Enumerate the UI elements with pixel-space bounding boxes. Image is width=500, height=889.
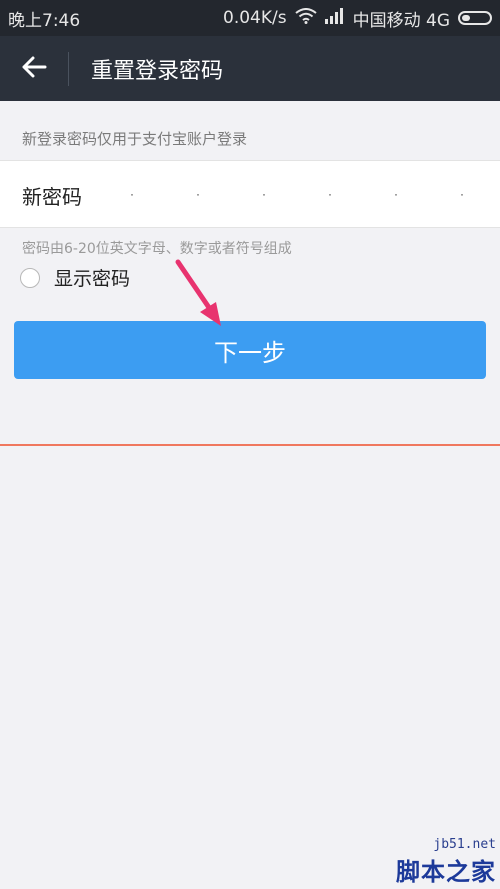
watermark-name: 脚本之家: [396, 858, 496, 886]
password-rule-text: 密码由6-20位英文字母、数字或者符号组成: [22, 241, 292, 257]
status-right: 0.04K/s 中国移动 4G: [223, 6, 492, 31]
next-button[interactable]: 下一步: [14, 321, 486, 379]
show-password-toggle[interactable]: 显示密码: [20, 264, 130, 291]
header-divider: [68, 51, 69, 86]
new-password-row: 新密码: [0, 160, 500, 228]
battery-icon: [458, 11, 492, 25]
divider-line: [0, 444, 500, 446]
wifi-icon: [294, 7, 317, 29]
watermark: jb51.net 脚本之家: [396, 837, 496, 887]
status-bar: 晚上7:46 0.04K/s 中国移动 4G: [0, 0, 500, 36]
new-password-label: 新密码: [22, 185, 82, 209]
back-button[interactable]: [0, 36, 68, 101]
show-password-radio[interactable]: [20, 267, 40, 288]
page-title: 重置登录密码: [91, 58, 224, 84]
show-password-label: 显示密码: [54, 268, 131, 290]
network-speed: 0.04K/s: [223, 8, 287, 28]
carrier-text: 中国移动 4G: [352, 10, 450, 31]
status-time: 晚上7:46: [8, 10, 81, 31]
new-password-input[interactable]: [130, 175, 470, 213]
watermark-url: jb51.net: [433, 837, 496, 852]
signal-icon: [324, 7, 345, 29]
back-arrow-icon: [21, 56, 47, 82]
app-header: 重置登录密码: [0, 36, 500, 101]
password-hint: 新登录密码仅用于支付宝账户登录: [22, 130, 248, 148]
